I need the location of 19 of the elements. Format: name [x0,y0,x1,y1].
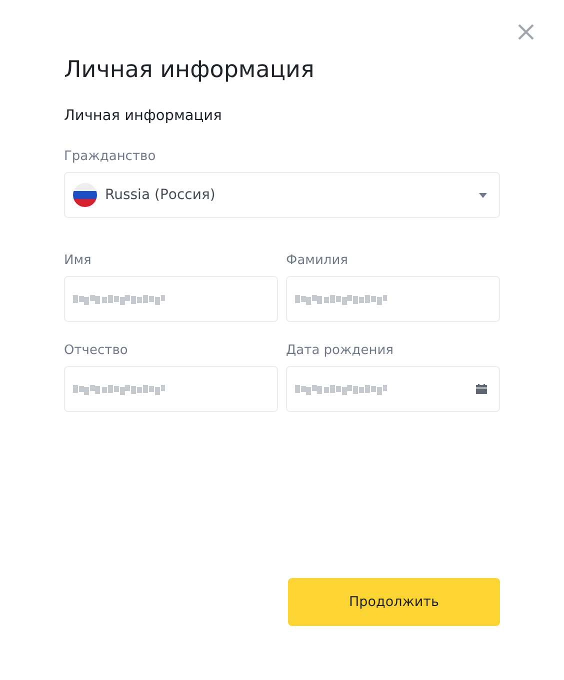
select-value: Russia (Россия) [105,187,216,203]
input-field[interactable] [286,366,500,412]
caret-icon [479,192,487,198]
field-label: Отчество [64,342,128,360]
close-icon [516,22,536,42]
section-title: Личная информация [64,107,223,126]
field-label: Имя [64,252,92,270]
input-field[interactable] [286,276,500,322]
citizenship-select[interactable]: Russia (Россия) [64,172,500,218]
continue-button[interactable]: Продолжить [288,578,500,626]
field-label: Дата рождения [286,342,394,360]
flag-icon [73,183,97,207]
field-label: Гражданство [64,148,156,166]
calendar-icon [476,384,487,394]
close-button[interactable] [516,22,536,42]
input-field[interactable] [64,366,278,412]
dialog-title: Личная информация [64,56,316,85]
input-field[interactable] [64,276,278,322]
field-label: Фамилия [286,252,348,270]
